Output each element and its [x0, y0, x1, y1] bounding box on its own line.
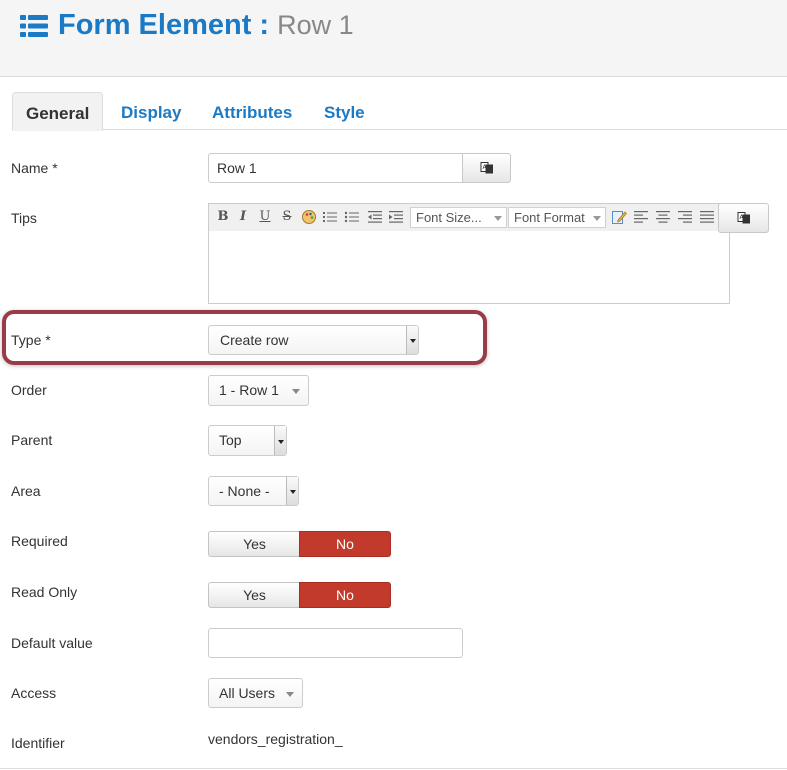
- parent-select[interactable]: Top: [208, 425, 287, 456]
- name-input[interactable]: Row 1: [208, 153, 464, 183]
- underline-icon[interactable]: U: [257, 209, 273, 225]
- identifier-value: vendors_registration_: [208, 731, 343, 747]
- type-select[interactable]: Create row: [208, 325, 419, 355]
- chevron-down-icon: [286, 477, 298, 505]
- tab-style[interactable]: Style: [324, 92, 365, 130]
- chevron-down-icon: [274, 426, 286, 455]
- page-title-main: Form Element :: [58, 9, 270, 41]
- access-label: Access: [11, 685, 57, 701]
- access-select[interactable]: All Users: [208, 678, 303, 708]
- parent-select-value: Top: [219, 432, 242, 448]
- chevron-down-icon: [406, 326, 418, 354]
- page-title: Form Element : Row 1: [58, 9, 354, 42]
- tab-display[interactable]: Display: [121, 92, 181, 130]
- chevron-down-icon: [292, 389, 300, 394]
- order-select[interactable]: 1 - Row 1: [208, 375, 309, 406]
- edit-icon[interactable]: [611, 209, 627, 225]
- bold-icon[interactable]: B: [215, 209, 231, 225]
- align-center-icon[interactable]: [655, 209, 671, 225]
- type-select-value: Create row: [220, 332, 289, 348]
- font-format-select-label: Font Format: [514, 210, 585, 225]
- parent-label: Parent: [11, 432, 53, 448]
- required-toggle: Yes No: [208, 531, 391, 557]
- translate-icon: A: [480, 162, 493, 174]
- page-title-subtitle: Row 1: [277, 10, 354, 40]
- read-only-yes-button[interactable]: Yes: [208, 582, 300, 608]
- default-value-input[interactable]: [208, 628, 463, 658]
- font-size-select-label: Font Size...: [416, 210, 482, 225]
- area-select-value: - None -: [219, 483, 270, 499]
- ordered-list-icon[interactable]: [322, 209, 338, 225]
- access-select-value: All Users: [219, 685, 276, 701]
- name-label: Name *: [11, 160, 58, 176]
- tips-label: Tips: [11, 210, 37, 226]
- identifier-label: Identifier: [11, 735, 65, 751]
- translate-tips-button[interactable]: A: [718, 203, 769, 233]
- tips-editor[interactable]: [208, 231, 730, 304]
- chevron-down-icon: [494, 216, 502, 221]
- color-palette-icon[interactable]: [301, 209, 317, 225]
- order-select-value: 1 - Row 1: [219, 382, 279, 398]
- font-size-select[interactable]: Font Size...: [410, 207, 507, 228]
- align-right-icon[interactable]: [677, 209, 693, 225]
- indent-icon[interactable]: [388, 209, 404, 225]
- editor-toolbar: B I U S Font Size... Font Format: [208, 203, 730, 232]
- outdent-icon[interactable]: [367, 209, 383, 225]
- strikethrough-icon[interactable]: S: [279, 209, 295, 225]
- order-label: Order: [11, 382, 47, 398]
- default-value-label: Default value: [11, 635, 93, 651]
- type-label: Type *: [11, 332, 51, 348]
- page-header: Form Element : Row 1: [0, 0, 787, 77]
- chevron-down-icon: [593, 216, 601, 221]
- divider: [0, 768, 787, 769]
- align-left-icon[interactable]: [633, 209, 649, 225]
- font-format-select[interactable]: Font Format: [508, 207, 606, 228]
- read-only-label: Read Only: [11, 584, 78, 600]
- read-only-no-button[interactable]: No: [299, 582, 391, 608]
- tab-bar: General Display Attributes Style: [12, 92, 787, 131]
- tab-general[interactable]: General: [12, 92, 104, 131]
- unordered-list-icon[interactable]: [344, 209, 360, 225]
- justify-icon[interactable]: [699, 209, 715, 225]
- area-select[interactable]: - None -: [208, 476, 299, 506]
- required-no-button[interactable]: No: [299, 531, 391, 557]
- italic-icon[interactable]: I: [235, 209, 251, 225]
- area-label: Area: [11, 483, 41, 499]
- required-label: Required: [11, 533, 68, 549]
- list-icon: [20, 15, 48, 37]
- tab-attributes[interactable]: Attributes: [212, 92, 292, 130]
- chevron-down-icon: [286, 692, 294, 697]
- read-only-toggle: Yes No: [208, 582, 391, 608]
- translate-name-button[interactable]: A: [462, 153, 511, 183]
- required-yes-button[interactable]: Yes: [208, 531, 300, 557]
- translate-icon: A: [737, 212, 750, 224]
